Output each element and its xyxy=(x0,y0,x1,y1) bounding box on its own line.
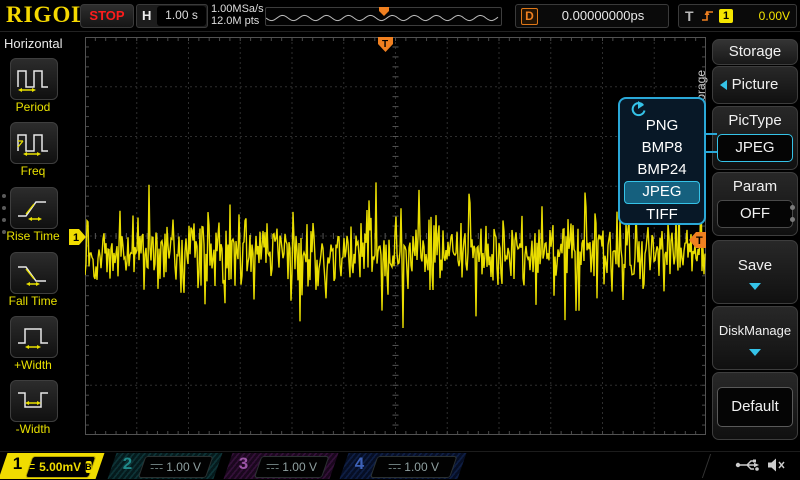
top-status-bar: RIGOL STOP H 1.00 s 1.00MSa/s 12.0M pts … xyxy=(0,0,800,32)
popup-item-jpeg[interactable]: JPEG xyxy=(624,181,700,204)
channel-status-bar: 1 5.00mV B 2 1.00 V 3 1.00 V xyxy=(0,451,800,480)
horizontal-label: H xyxy=(142,8,151,23)
default-button[interactable]: Default xyxy=(712,372,798,440)
fall-time-icon xyxy=(16,259,52,287)
menu-scroll-dot xyxy=(2,206,6,210)
delay-box[interactable]: D 0.00000000ps xyxy=(515,4,669,28)
svg-text:1: 1 xyxy=(73,232,79,244)
timebase-value: 1.00 s xyxy=(157,6,206,26)
channel2-scale: 1.00 V xyxy=(166,460,201,474)
measure-fall-time-button[interactable] xyxy=(10,252,58,294)
channel1-status[interactable]: 1 5.00mV B xyxy=(0,453,104,479)
save-label: Save xyxy=(713,257,797,274)
save-button[interactable]: Save xyxy=(712,240,798,304)
trigger-level-value: 0.00V xyxy=(759,5,790,27)
param-label: Param xyxy=(713,178,797,195)
channel3-scale: 1.00 V xyxy=(282,460,317,474)
measure-neg-width-label: -Width xyxy=(0,422,66,436)
pictype-label: PicType xyxy=(713,112,797,129)
measure-pos-width-label: +Width xyxy=(0,358,66,372)
measure-fall-time-label: Fall Time xyxy=(0,294,66,308)
channel2-number: 2 xyxy=(123,454,132,474)
channel4-number: 4 xyxy=(355,454,364,474)
trigger-source-badge: 1 xyxy=(719,9,733,23)
svg-text:T: T xyxy=(382,39,388,50)
menu-title: Storage xyxy=(712,39,798,65)
pictype-button[interactable]: PicType JPEG xyxy=(712,106,798,170)
param-button[interactable]: Param OFF xyxy=(712,172,798,236)
left-menu-title: Horizontal xyxy=(4,36,63,51)
pictype-value: JPEG xyxy=(717,134,793,162)
dc-coupling-icon xyxy=(150,463,162,471)
diskmanage-button[interactable]: DiskManage xyxy=(712,306,798,370)
sample-rate: 1.00MSa/s xyxy=(211,3,264,15)
channel1-number: 1 xyxy=(13,454,22,474)
dc-coupling-icon xyxy=(266,463,278,471)
measure-freq-button[interactable] xyxy=(10,122,58,164)
pictype-popup-menu: PNG BMP8 BMP24 JPEG TIFF xyxy=(618,97,706,225)
channel1-position-marker[interactable]: 1 xyxy=(69,229,86,245)
pos-width-icon xyxy=(16,323,52,351)
picture-label: Picture xyxy=(713,76,797,93)
speaker-muted-icon xyxy=(767,457,786,473)
neg-width-icon xyxy=(16,387,52,415)
rising-edge-icon xyxy=(701,8,715,23)
expand-arrow-icon xyxy=(749,349,761,356)
oscilloscope-screen: RIGOL STOP H 1.00 s 1.00MSa/s 12.0M pts … xyxy=(0,0,800,480)
channel3-status[interactable]: 3 1.00 V xyxy=(224,453,339,479)
menu-page-dot xyxy=(790,205,795,210)
measure-period-button[interactable] xyxy=(10,58,58,100)
expand-arrow-icon xyxy=(749,283,761,290)
dc-coupling-icon xyxy=(388,463,400,471)
usb-icon xyxy=(735,457,759,473)
period-icon xyxy=(16,65,52,93)
delay-label: D xyxy=(521,8,538,25)
trigger-level-marker[interactable]: T xyxy=(689,232,706,248)
menu-page-dot xyxy=(790,217,795,222)
dc-coupling-icon xyxy=(30,463,35,471)
measure-neg-width-button[interactable] xyxy=(10,380,58,422)
menu-scroll-dot xyxy=(2,194,6,198)
menu-scroll-dot xyxy=(2,218,6,222)
channel4-scale: 1.00 V xyxy=(404,460,439,474)
measure-rise-time-label: Rise Time xyxy=(0,229,66,243)
measure-pos-width-button[interactable] xyxy=(10,316,58,358)
status-separator xyxy=(702,454,711,478)
param-value: OFF xyxy=(717,200,793,228)
waveform-display-area xyxy=(85,37,706,435)
run-state-indicator[interactable]: STOP xyxy=(80,4,134,28)
popup-item-bmp24[interactable]: BMP24 xyxy=(624,159,700,180)
channel2-status[interactable]: 2 1.00 V xyxy=(108,453,223,479)
menu-scroll-dot xyxy=(2,230,6,234)
popup-connector-top xyxy=(704,133,717,135)
measure-rise-time-button[interactable] xyxy=(10,187,58,229)
waveform-preview-strip[interactable] xyxy=(265,7,502,26)
trigger-label: T xyxy=(685,8,694,24)
delay-value: 0.00000000ps xyxy=(542,5,664,27)
channel4-status[interactable]: 4 1.00 V xyxy=(340,453,467,479)
picture-button[interactable]: Picture xyxy=(712,66,798,104)
trigger-box[interactable]: T 1 0.00V xyxy=(678,4,797,28)
channel3-number: 3 xyxy=(239,454,248,474)
freq-icon xyxy=(16,129,52,157)
measure-period-label: Period xyxy=(0,100,66,114)
popup-connector-bottom xyxy=(704,151,717,153)
svg-text:T: T xyxy=(696,235,703,247)
preview-trigger-marker xyxy=(379,7,389,16)
rise-time-icon xyxy=(16,194,52,222)
diskmanage-label: DiskManage xyxy=(713,323,797,338)
popup-item-bmp8[interactable]: BMP8 xyxy=(624,137,700,158)
rigol-logo: RIGOL xyxy=(6,2,88,28)
horizontal-timebase-box[interactable]: H 1.00 s xyxy=(136,4,208,28)
memory-depth: 12.0M pts xyxy=(211,15,264,27)
measure-freq-label: Freq xyxy=(0,164,66,178)
popup-item-png[interactable]: PNG xyxy=(624,115,700,136)
graticule xyxy=(85,37,706,435)
popup-item-tiff[interactable]: TIFF xyxy=(624,204,700,225)
trigger-position-marker[interactable]: T xyxy=(378,37,393,52)
bandwidth-limit-badge: B xyxy=(85,461,92,473)
channel1-scale: 5.00mV xyxy=(39,460,81,474)
default-label: Default xyxy=(717,387,793,427)
acquisition-info: 1.00MSa/s 12.0M pts xyxy=(211,3,264,27)
